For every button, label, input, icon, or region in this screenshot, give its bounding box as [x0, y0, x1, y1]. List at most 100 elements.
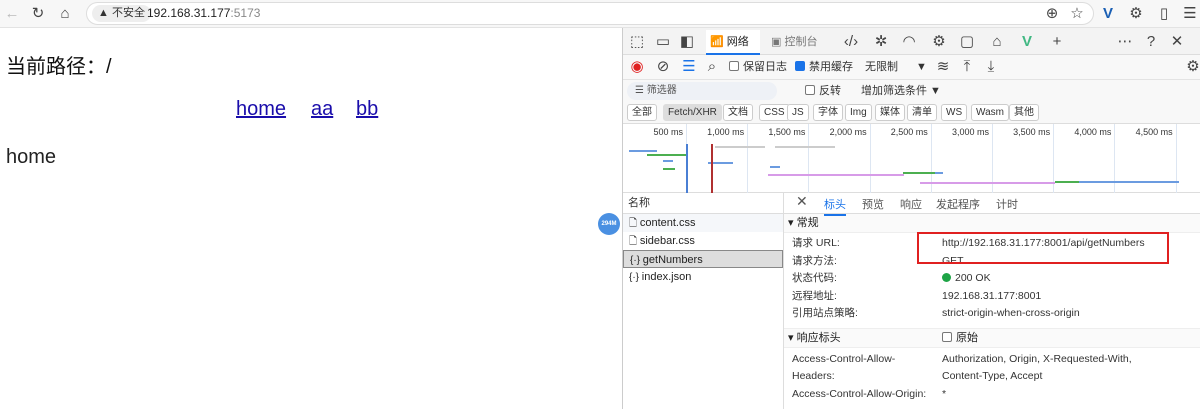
header-key: Headers:	[792, 370, 835, 382]
zoom-icon[interactable]: ⊕	[1042, 4, 1062, 24]
response-headers-section-header[interactable]: ▾ 响应标头 原始	[784, 328, 1200, 348]
type-filter-5[interactable]: 字体	[813, 104, 843, 121]
search-icon[interactable]: ⌕	[702, 57, 722, 77]
header-value: 200 OK	[942, 270, 991, 288]
page-content: 当前路径：/ home aa bb home	[0, 28, 620, 409]
header-row: 状态代码: 200 OK	[784, 270, 1200, 288]
detail-tab-0[interactable]: 标头	[824, 196, 846, 216]
timeline-bar	[1055, 181, 1079, 183]
inspect-icon[interactable]: ⬚	[627, 32, 647, 52]
type-filter-10[interactable]: Wasm	[971, 104, 1009, 121]
type-filter-0[interactable]: 全部	[627, 104, 657, 121]
header-row: 远程地址: 192.168.31.177:8001	[784, 288, 1200, 306]
timeline-tick-label: 1,000 ms	[707, 127, 745, 137]
address-bar[interactable]: ▲ 不安全 192.168.31.177:5173 ⊕ ☆	[86, 2, 1094, 25]
devtools-tabs: ⬚ ▭ ◧ 📶 网络 ▣ 控制台 ‹/› ✲ ◠ ⚙ ▢ ⌂ V + ⋯ ? ✕	[623, 28, 1200, 55]
timeline-tick-label: 1,500 ms	[768, 127, 806, 137]
home-icon[interactable]: ⌂	[55, 4, 75, 24]
reload-icon[interactable]: ↻	[28, 4, 48, 24]
extension-v-icon[interactable]: V	[1098, 4, 1118, 24]
back-icon[interactable]: ←	[2, 4, 22, 24]
favorite-star-icon[interactable]: ☆	[1067, 4, 1087, 24]
timeline-tick-label: 4,500 ms	[1135, 127, 1173, 137]
type-filter-4[interactable]: JS	[787, 104, 809, 121]
invert-checkbox[interactable]: 反转	[805, 83, 841, 99]
export-icon[interactable]: ⤓	[981, 57, 1001, 77]
insecure-badge[interactable]: ▲ 不安全	[92, 5, 151, 22]
import-icon[interactable]: ⤒	[957, 57, 977, 77]
timeline-bar	[768, 174, 904, 176]
request-name: sidebar.css	[639, 235, 695, 247]
network-conditions-icon[interactable]: ≋	[933, 57, 953, 77]
sidebar-icon[interactable]: ▯	[1154, 4, 1174, 24]
link-home[interactable]: home	[236, 98, 286, 121]
elements-icon[interactable]: ‹/›	[841, 32, 861, 52]
detail-tab-4[interactable]: 计时	[996, 196, 1018, 212]
general-section-header[interactable]: ▾ 常规	[784, 214, 1200, 233]
link-aa[interactable]: aa	[311, 98, 333, 121]
raw-checkbox[interactable]: 原始	[942, 329, 978, 348]
filter-row: ☰ 筛选器 反转 增加筛选条件 ▼	[623, 80, 1200, 102]
detail-tab-2[interactable]: 响应	[900, 196, 922, 212]
tab-network[interactable]: 📶 网络	[706, 30, 760, 55]
add-tool-icon[interactable]: +	[1047, 32, 1067, 52]
name-column-header[interactable]: 名称	[623, 193, 783, 214]
header-value: strict-origin-when-cross-origin	[942, 307, 1080, 319]
add-filter-dropdown[interactable]: 增加筛选条件 ▼	[861, 83, 941, 99]
performance-icon[interactable]: ◠	[899, 32, 919, 52]
throttle-select[interactable]: 无限制 ▼	[865, 59, 927, 75]
more-icon[interactable]: ⋯	[1115, 32, 1135, 52]
clear-icon[interactable]: ⊘	[653, 57, 673, 77]
preserve-log-checkbox[interactable]: 保留日志	[729, 59, 787, 75]
type-filter-7[interactable]: 媒体	[875, 104, 905, 121]
request-row[interactable]: 🗋 sidebar.css	[623, 232, 783, 250]
tab-console[interactable]: ▣ 控制台	[771, 30, 817, 55]
detail-tab-1[interactable]: 预览	[862, 196, 884, 212]
status-text: 200 OK	[955, 272, 991, 284]
timeline-tick-label: 2,000 ms	[829, 127, 867, 137]
type-filter-11[interactable]: 其他	[1009, 104, 1039, 121]
header-row: Access-Control-Allow- Authorization, Orig…	[784, 351, 1200, 369]
welcome-home-icon[interactable]: ⌂	[987, 32, 1007, 52]
header-row: Access-Control-Allow-Origin: *	[784, 386, 1200, 404]
request-row[interactable]: {·} getNumbers	[623, 250, 783, 268]
filter-settings-icon[interactable]: ☰	[679, 57, 699, 77]
current-path: 当前路径：/	[6, 56, 112, 78]
timeline-tick-label: 500 ms	[653, 127, 683, 137]
detail-tab-3[interactable]: 发起程序	[936, 196, 980, 212]
type-filter-1[interactable]: Fetch/XHR	[663, 104, 722, 121]
url-text: 192.168.31.177:5173	[147, 6, 261, 20]
detail-tabs: ✕ 标头 预览 响应 发起程序 计时	[784, 193, 1200, 216]
record-icon[interactable]: ◉	[627, 57, 647, 77]
help-icon[interactable]: ?	[1141, 32, 1161, 52]
extensions-icon[interactable]: ⚙	[1126, 4, 1146, 24]
type-filter-9[interactable]: WS	[941, 104, 968, 121]
type-filter-3[interactable]: CSS	[759, 104, 790, 121]
favorites-icon[interactable]: ☰	[1180, 4, 1200, 24]
vue-icon[interactable]: V	[1017, 32, 1037, 52]
timeline-bar	[935, 172, 943, 174]
floating-badge[interactable]: 294M	[598, 213, 620, 235]
timeline-bar	[647, 154, 687, 156]
bug-icon[interactable]: ✲	[871, 32, 891, 52]
network-timeline[interactable]: 500 ms 1,000 ms 1,500 ms 2,000 ms 2,500 ms 3,…	[623, 124, 1200, 224]
type-filter-2[interactable]: 文档	[723, 104, 753, 121]
application-icon[interactable]: ▢	[957, 32, 977, 52]
link-bb[interactable]: bb	[356, 98, 378, 121]
request-row[interactable]: 🗋 content.css	[623, 214, 783, 232]
type-filter-6[interactable]: Img	[845, 104, 872, 121]
memory-icon[interactable]: ⚙	[929, 32, 949, 52]
close-devtools-icon[interactable]: ✕	[1167, 32, 1187, 52]
timeline-marker	[686, 144, 688, 193]
type-filter-8[interactable]: 清单	[907, 104, 937, 121]
network-toolbar: ◉ ⊘ ☰ ⌕ 保留日志 禁用缓存 无限制 ▼ ≋ ⤒ ⤓ ⚙	[623, 55, 1200, 80]
request-row[interactable]: {·} index.json	[623, 268, 783, 286]
disable-cache-checkbox[interactable]: 禁用缓存	[795, 59, 853, 75]
dock-icon[interactable]: ◧	[677, 32, 697, 52]
timeline-bar	[770, 166, 780, 168]
close-details-icon[interactable]: ✕	[796, 193, 808, 210]
device-icon[interactable]: ▭	[653, 32, 673, 52]
settings-icon[interactable]: ⚙	[1183, 57, 1200, 77]
filter-input[interactable]: ☰ 筛选器	[627, 82, 777, 100]
request-name: getNumbers	[642, 254, 703, 266]
